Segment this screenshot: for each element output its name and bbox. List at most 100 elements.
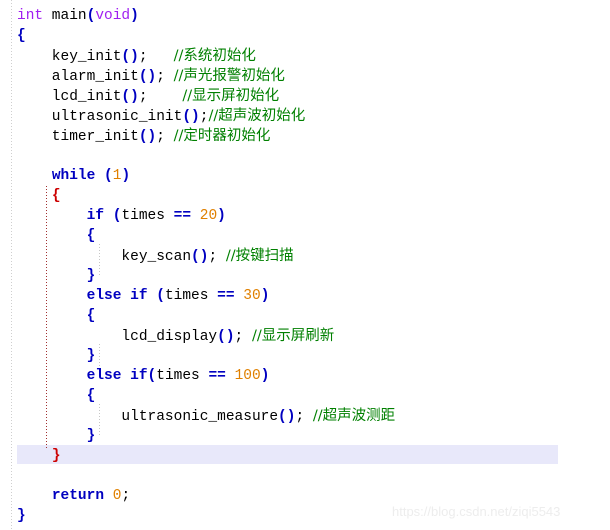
code-line[interactable]: lcd_display(); //显示屏刷新: [17, 326, 395, 346]
code-token: //显示屏刷新: [251, 328, 335, 344]
code-token: ): [130, 8, 139, 24]
code-token: else: [86, 288, 122, 304]
code-token: {: [86, 228, 96, 244]
code-token: //超声波初始化: [208, 108, 306, 124]
code-line[interactable]: [17, 466, 395, 486]
code-line[interactable]: timer_init(); //定时器初始化: [17, 126, 395, 146]
code-token: //声光报警初始化: [173, 68, 285, 84]
code-token: ): [260, 368, 270, 384]
code-token: (): [138, 69, 157, 85]
code-token: ;: [295, 409, 313, 425]
code-token: return: [51, 488, 105, 504]
code-token: ): [217, 208, 226, 224]
code-line[interactable]: ultrasonic_measure(); //超声波测距: [17, 406, 395, 426]
code-token: ;: [138, 89, 183, 105]
code-line[interactable]: {: [17, 306, 395, 326]
code-token: }: [51, 448, 61, 464]
code-line[interactable]: if (times == 20): [17, 206, 395, 226]
code-line[interactable]: }: [17, 506, 395, 526]
code-token: ): [121, 168, 131, 184]
code-line[interactable]: }: [17, 346, 395, 366]
code-token: ;: [121, 488, 131, 504]
code-token: ultrasonic_measure: [17, 409, 279, 425]
code-line[interactable]: key_init(); //系统初始化: [17, 46, 395, 66]
code-token: else: [86, 368, 122, 384]
code-line[interactable]: }: [17, 446, 395, 466]
code-token: ): [260, 288, 270, 304]
code-line[interactable]: int main(void): [17, 6, 395, 26]
code-token: {: [51, 188, 61, 204]
code-line[interactable]: ultrasonic_init();//超声波初始化: [17, 106, 395, 126]
code-token: if: [130, 288, 148, 304]
code-token: (): [278, 409, 296, 425]
code-token: timer_init: [17, 129, 139, 145]
code-line[interactable]: {: [17, 26, 395, 46]
code-token: int: [17, 8, 44, 24]
code-token: //超声波测距: [312, 408, 396, 424]
code-token: (): [182, 109, 200, 125]
code-token: //显示屏初始化: [182, 88, 280, 104]
code-token: if: [130, 368, 148, 384]
code-token: //定时器初始化: [173, 128, 271, 144]
code-line[interactable]: {: [17, 386, 395, 406]
code-token: }: [86, 428, 96, 444]
code-token: (: [156, 288, 165, 304]
code-line[interactable]: while (1): [17, 166, 395, 186]
code-token: ;: [156, 69, 174, 85]
code-token: {: [86, 388, 96, 404]
code-content[interactable]: int main(void) { key_init(); //系统初始化 alar…: [17, 6, 395, 526]
code-token: (): [138, 129, 157, 145]
code-line[interactable]: [17, 146, 395, 166]
csdn-watermark: https://blog.csdn.net/ziqi5543: [392, 504, 561, 519]
code-token: (: [104, 168, 113, 184]
code-token: main: [43, 8, 87, 24]
code-line[interactable]: else if(times == 100): [17, 366, 395, 386]
code-token: 100: [234, 368, 261, 384]
code-line[interactable]: {: [17, 226, 395, 246]
code-token: lcd_init: [17, 89, 122, 105]
code-token: key_scan: [17, 249, 192, 265]
code-token: (): [121, 49, 139, 65]
code-line[interactable]: return 0;: [17, 486, 395, 506]
code-line[interactable]: }: [17, 266, 395, 286]
code-token: ;: [156, 129, 174, 145]
code-token: //系统初始化: [173, 48, 256, 64]
code-token: ==: [208, 368, 226, 384]
code-token: (): [191, 249, 209, 265]
code-line[interactable]: lcd_init(); //显示屏初始化: [17, 86, 395, 106]
code-line[interactable]: }: [17, 426, 395, 446]
code-token: if: [86, 208, 105, 224]
code-token: {: [17, 28, 26, 44]
code-line[interactable]: alarm_init(); //声光报警初始化: [17, 66, 395, 86]
code-line[interactable]: {: [17, 186, 395, 206]
code-token: times: [121, 208, 174, 224]
code-token: {: [86, 308, 96, 324]
code-token: ultrasonic_init: [17, 109, 183, 125]
code-line[interactable]: else if (times == 30): [17, 286, 395, 306]
code-token: ;: [234, 329, 252, 345]
code-line[interactable]: key_scan(); //按键扫描: [17, 246, 395, 266]
code-token: (): [217, 329, 235, 345]
code-token: times: [156, 368, 209, 384]
code-token: ==: [217, 288, 235, 304]
code-token: (: [147, 368, 157, 384]
code-editor[interactable]: int main(void) { key_init(); //系统初始化 alar…: [0, 0, 610, 530]
code-token: ;: [138, 49, 174, 65]
